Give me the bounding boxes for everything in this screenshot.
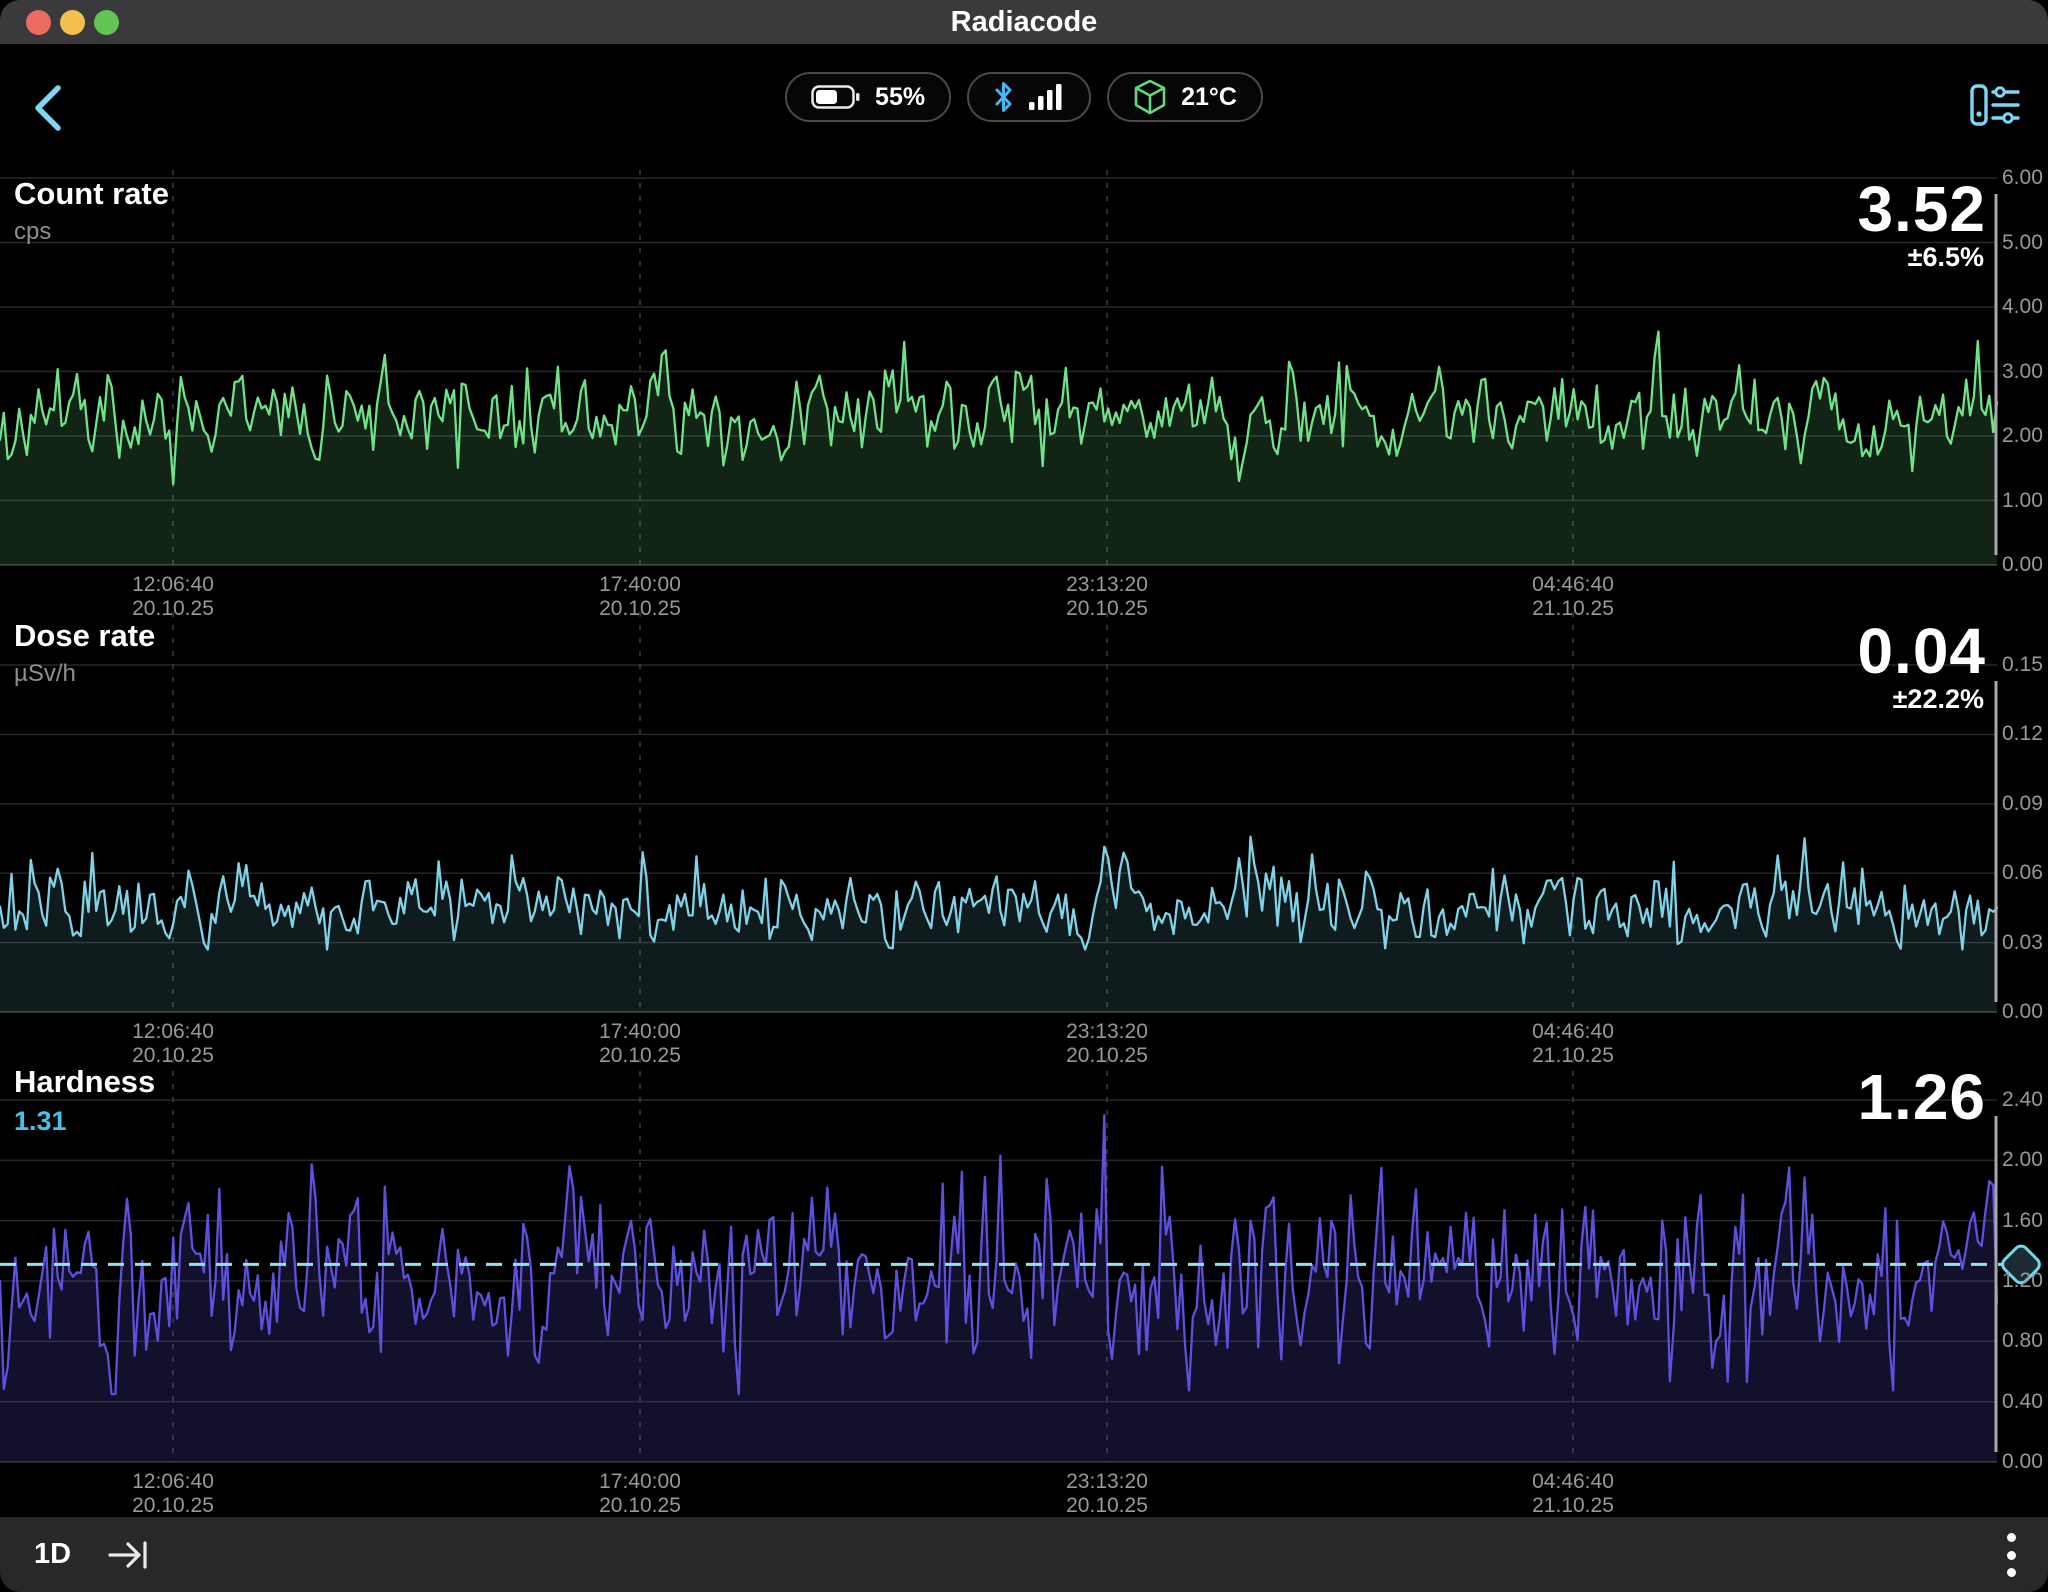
chart-title: Count rate (14, 176, 169, 212)
toolbar: 55% 21°C (0, 44, 2048, 170)
y-tick-label: 0.15 (2002, 653, 2046, 677)
chart-title: Dose rate (14, 618, 155, 654)
skip-to-end-icon (108, 1536, 152, 1574)
chart-title: Hardness (14, 1064, 155, 1100)
overflow-menu-button[interactable] (2002, 1533, 2020, 1577)
x-tick-label: 17:40:0020.10.25 (540, 573, 740, 621)
y-tick-label: 2.40 (2002, 1088, 2046, 1112)
current-value: 1.26 (1857, 1060, 1986, 1134)
dose-rate-chart[interactable]: Dose rate µSv/h 0.04 ±22.2% 0.15 0.12 0.09… (0, 612, 2048, 1058)
battery-percent-label: 55% (875, 83, 925, 112)
x-tick-label: 17:40:0020.10.25 (540, 1470, 740, 1518)
y-tick-label: 0.09 (2002, 792, 2046, 816)
window-title: Radiacode (0, 0, 2048, 44)
device-sliders-icon (1966, 76, 2022, 132)
x-tick-label: 04:46:4021.10.25 (1473, 573, 1673, 621)
current-value: 0.04 (1857, 614, 1986, 688)
uncertainty-value: ±6.5% (1908, 242, 1984, 273)
x-tick-label: 12:06:4020.10.25 (73, 573, 273, 621)
y-tick-label: 0.00 (2002, 1450, 2046, 1474)
chart-unit: cps (14, 218, 169, 246)
y-tick-label: 4.00 (2002, 295, 2046, 319)
dose-rate-plot[interactable] (0, 612, 2048, 1058)
bottom-bar: 1D (0, 1517, 2048, 1592)
count-rate-chart[interactable]: Count rate cps 3.52 ±6.5% 6.005.004.003.… (0, 170, 2048, 612)
x-tick-label: 04:46:4021.10.25 (1473, 1470, 1673, 1518)
y-tick-label: 0.00 (2002, 553, 2046, 577)
x-tick-label: 12:06:4020.10.25 (73, 1020, 273, 1068)
chart-header: Dose rate µSv/h (14, 618, 155, 688)
y-tick-label: 0.12 (2002, 722, 2046, 746)
cube-icon (1133, 79, 1167, 115)
count-rate-plot[interactable] (0, 170, 2048, 612)
y-tick-label: 5.00 (2002, 231, 2046, 255)
battery-status-pill[interactable]: 55% (785, 72, 951, 122)
x-tick-label: 17:40:0020.10.25 (540, 1020, 740, 1068)
current-value: 3.52 (1857, 172, 1986, 246)
hardness-chart[interactable]: Hardness 1.31 1.26 2.40 2.00 1.60 1.20 0.80 0… (0, 1058, 2048, 1517)
bluetooth-icon (993, 81, 1015, 113)
chart-unit: µSv/h (14, 660, 155, 688)
chart-header: Hardness 1.31 (14, 1064, 155, 1137)
title-bar: Radiacode (0, 0, 2048, 45)
y-tick-label: 0.40 (2002, 1390, 2046, 1414)
skip-to-latest-button[interactable] (108, 1536, 152, 1574)
chart-header: Count rate cps (14, 176, 169, 246)
y-tick-label: 3.00 (2002, 360, 2046, 384)
status-pills: 55% 21°C (0, 72, 2048, 122)
y-tick-label: 0.80 (2002, 1329, 2046, 1353)
x-tick-label: 23:13:2020.10.25 (1007, 1020, 1207, 1068)
y-tick-label: 0.03 (2002, 931, 2046, 955)
radiacode-window: Radiacode 55% (0, 0, 2048, 1592)
y-tick-label: 0.06 (2002, 861, 2046, 885)
y-tick-label: 0.00 (2002, 1000, 2046, 1024)
temperature-label: 21°C (1181, 83, 1237, 112)
battery-icon (811, 84, 861, 110)
x-tick-label: 23:13:2020.10.25 (1007, 573, 1207, 621)
signal-bars-icon (1029, 82, 1065, 112)
y-tick-label: 6.00 (2002, 166, 2046, 190)
x-tick-label: 23:13:2020.10.25 (1007, 1470, 1207, 1518)
average-value: 1.31 (14, 1106, 155, 1137)
y-tick-label: 1.20 (2002, 1269, 2046, 1293)
bluetooth-status-pill[interactable] (967, 72, 1091, 122)
y-tick-label: 2.00 (2002, 1148, 2046, 1172)
x-tick-label: 04:46:4021.10.25 (1473, 1020, 1673, 1068)
y-tick-label: 2.00 (2002, 424, 2046, 448)
uncertainty-value: ±22.2% (1893, 684, 1984, 715)
temperature-status-pill[interactable]: 21°C (1107, 72, 1263, 122)
y-tick-label: 1.00 (2002, 489, 2046, 513)
time-range-button[interactable]: 1D (34, 1517, 71, 1592)
y-tick-label: 1.60 (2002, 1209, 2046, 1233)
device-settings-button[interactable] (1966, 76, 2022, 132)
x-tick-label: 12:06:4020.10.25 (73, 1470, 273, 1518)
hardness-plot[interactable] (0, 1058, 2048, 1517)
vertical-ellipsis-icon (2007, 1533, 2016, 1542)
